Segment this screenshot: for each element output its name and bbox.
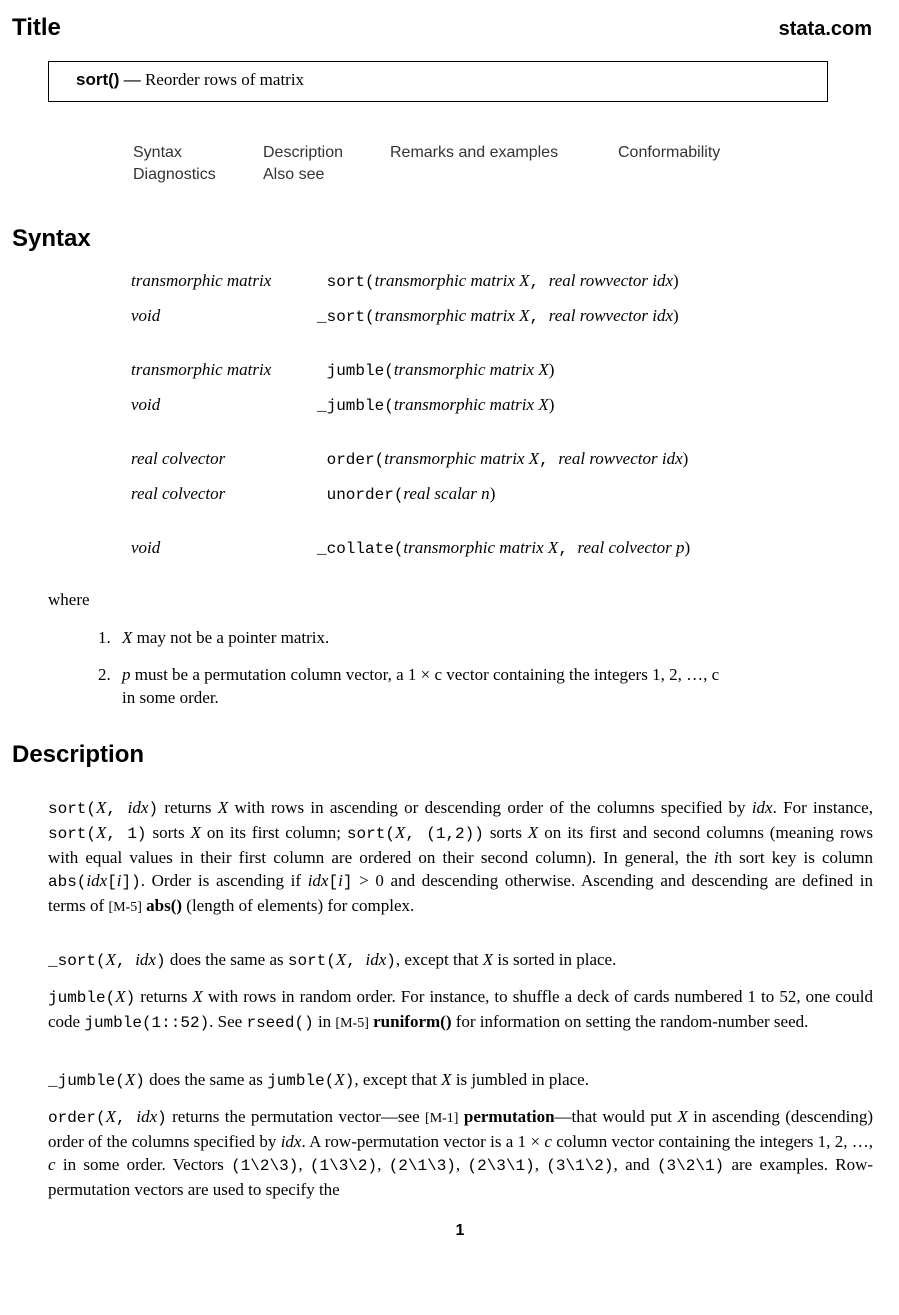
function-name: sort(): [76, 70, 120, 89]
site-name[interactable]: stata.com: [779, 18, 872, 41]
syntax-signature-sort: sort(transmorphic matrix X, real rowvect…: [317, 271, 679, 291]
link-m5[interactable]: [M-5]: [335, 1016, 368, 1031]
nav-link-syntax[interactable]: Syntax: [133, 144, 182, 162]
nav-link-remarks[interactable]: Remarks and examples: [390, 144, 558, 162]
link-runiform[interactable]: runiform(): [369, 1012, 451, 1031]
page-number: 1: [455, 1222, 465, 1239]
syntax-return-type: void: [131, 306, 161, 325]
link-abs[interactable]: abs(): [142, 896, 182, 915]
syntax-return-type: real colvector: [131, 449, 226, 468]
where-label: where: [48, 590, 90, 609]
link-m1[interactable]: [M-1]: [425, 1111, 458, 1126]
where-item: 1. X may not be a pointer matrix.: [98, 628, 330, 647]
nav-link-description[interactable]: Description: [263, 144, 343, 162]
title-dash: —: [119, 70, 145, 89]
description-paragraph-_jumble: _jumble(X) does the same as jumble(X), e…: [48, 1070, 589, 1090]
description-paragraph-order: order(X, idx) returns the permutation ve…: [48, 1107, 874, 1199]
nav-link-also-see[interactable]: Also see: [263, 166, 324, 184]
function-description: Reorder rows of matrix: [144, 70, 305, 89]
title-box: sort() — Reorder rows of matrix: [48, 61, 828, 102]
description-paragraph-_sort: _sort(X, idx) does the same as sort(X, i…: [48, 950, 617, 970]
nav-link-diagnostics[interactable]: Diagnostics: [133, 166, 216, 184]
section-heading-description: Description: [12, 741, 145, 768]
description-paragraph-sort: sort(X, idx) returns X with rows in asce…: [48, 798, 874, 915]
where-item: 2. p must be a permutation column vector,…: [98, 665, 720, 707]
syntax-return-type: void: [131, 538, 161, 557]
syntax-signature-_sort: _sort(transmorphic matrix X, real rowvec…: [317, 306, 679, 326]
section-heading-syntax: Syntax: [12, 225, 91, 252]
link-m5[interactable]: [M-5]: [108, 900, 141, 915]
syntax-return-type: transmorphic matrix: [131, 271, 272, 290]
syntax-return-type: void: [131, 395, 161, 414]
syntax-signature-jumble: jumble(transmorphic matrix X): [317, 360, 555, 380]
nav-link-conformability[interactable]: Conformability: [618, 144, 720, 162]
syntax-signature-_jumble: _jumble(transmorphic matrix X): [317, 395, 555, 415]
syntax-return-type: transmorphic matrix: [131, 360, 272, 379]
syntax-signature-_collate: _collate(transmorphic matrix X, real col…: [317, 538, 691, 558]
syntax-signature-order: order(transmorphic matrix X, real rowvec…: [317, 449, 689, 469]
page-header-title: Title: [12, 14, 61, 41]
syntax-signature-unorder: unorder(real scalar n): [317, 484, 496, 504]
link-permutation[interactable]: permutation: [458, 1107, 555, 1126]
description-paragraph-jumble: jumble(X) returns X with rows in random …: [48, 987, 873, 1032]
syntax-return-type: real colvector: [131, 484, 226, 503]
